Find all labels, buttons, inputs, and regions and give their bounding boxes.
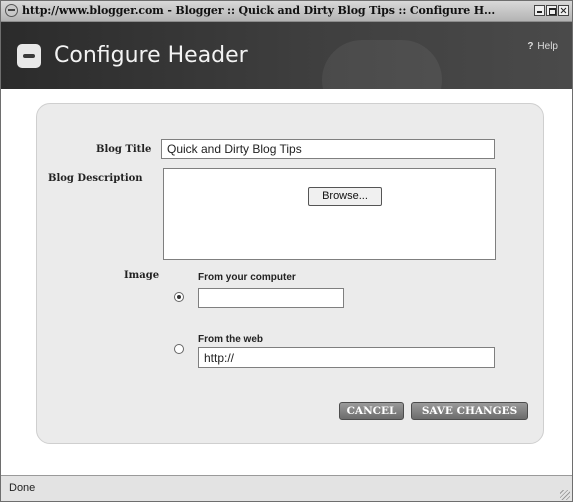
window-titlebar[interactable]: http://www.blogger.com - Blogger :: Quic… xyxy=(1,1,572,22)
window-title: http://www.blogger.com - Blogger :: Quic… xyxy=(22,4,496,17)
image-url-input[interactable]: http:// xyxy=(198,347,495,368)
blog-description-textarea[interactable] xyxy=(163,168,496,260)
browser-icon xyxy=(5,4,18,17)
help-label: Help xyxy=(537,41,558,52)
status-bar: Done xyxy=(1,475,572,501)
blogger-logo-icon xyxy=(17,44,41,68)
image-label: Image xyxy=(124,270,160,281)
from-web-radio[interactable] xyxy=(174,344,184,354)
maximize-icon[interactable] xyxy=(546,5,557,16)
status-text: Done xyxy=(9,482,36,494)
from-web-label: From the web xyxy=(198,334,264,345)
window-controls xyxy=(534,5,569,16)
help-icon: ? xyxy=(527,41,534,52)
help-link[interactable]: ? Help xyxy=(527,41,558,52)
save-changes-button[interactable]: SAVE CHANGES xyxy=(411,402,528,420)
file-path-input[interactable] xyxy=(198,288,344,308)
resize-grip-icon[interactable] xyxy=(560,490,570,500)
blog-title-input[interactable]: Quick and Dirty Blog Tips xyxy=(161,139,495,159)
page-header: Configure Header ? Help xyxy=(1,22,572,89)
page-title: Configure Header xyxy=(54,43,248,68)
header-decoration xyxy=(322,40,442,89)
browser-popup-window: http://www.blogger.com - Blogger :: Quic… xyxy=(0,0,573,502)
from-computer-label: From your computer xyxy=(198,272,296,283)
blog-description-label: Blog Description xyxy=(48,173,143,184)
minimize-icon[interactable] xyxy=(534,5,545,16)
cancel-button[interactable]: CANCEL xyxy=(339,402,404,420)
browse-button[interactable]: Browse... xyxy=(308,187,382,206)
blog-title-label: Blog Title xyxy=(96,144,152,155)
from-computer-radio[interactable] xyxy=(174,292,184,302)
close-icon[interactable] xyxy=(558,5,569,16)
